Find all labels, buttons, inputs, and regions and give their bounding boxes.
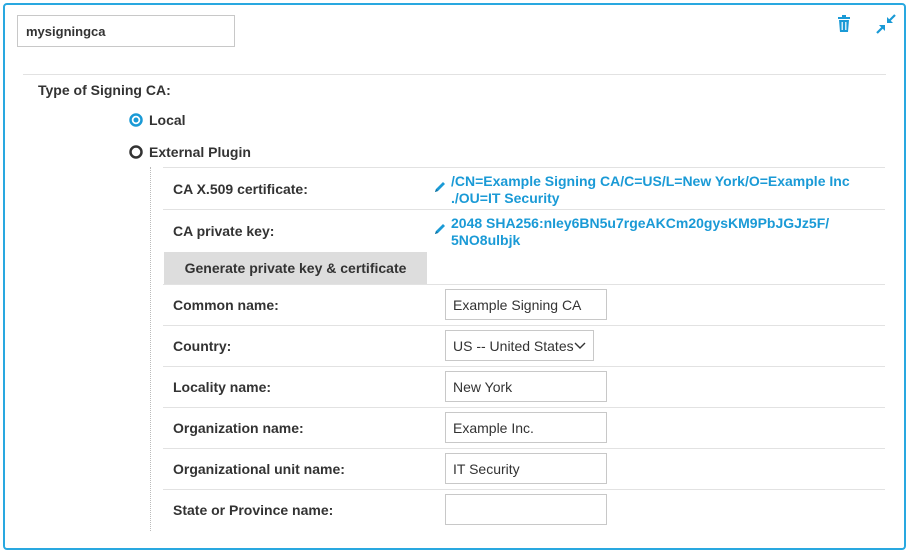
organization-label: Organization name: (173, 420, 304, 436)
radio-unselected-icon (129, 145, 143, 159)
org-unit-input[interactable] (445, 453, 607, 484)
common-name-input[interactable] (445, 289, 607, 320)
country-select-value: US -- United States (453, 337, 574, 354)
chevron-down-icon (574, 342, 586, 349)
ca-certificate-row: CA X.509 certificate: /CN=Example Signin… (163, 167, 885, 210)
ca-private-key-link-line1[interactable]: 2048 SHA256:nIey6BN5u7rgeAKCm20gysKM9PbJ… (451, 215, 829, 232)
ca-certificate-label: CA X.509 certificate: (173, 181, 308, 197)
radio-external-plugin[interactable]: External Plugin (129, 144, 251, 160)
signing-ca-type-label: Type of Signing CA: (38, 82, 171, 98)
radio-local[interactable]: Local (129, 112, 186, 128)
org-unit-label: Organizational unit name: (173, 461, 345, 477)
ca-private-key-link-line2[interactable]: 5NO8ulbjk (451, 232, 520, 249)
country-label: Country: (173, 338, 232, 354)
generate-key-certificate-button[interactable]: Generate private key & certificate (164, 252, 427, 284)
state-input[interactable] (445, 494, 607, 525)
common-name-label: Common name: (173, 297, 279, 313)
ca-certificate-link-line1[interactable]: /CN=Example Signing CA/C=US/L=New York/O… (451, 173, 850, 190)
ca-private-key-row: CA private key: 2048 SHA256:nIey6BN5u7rg… (163, 209, 885, 252)
radio-local-label: Local (149, 112, 186, 128)
ca-name-input[interactable] (17, 15, 235, 47)
organization-input[interactable] (445, 412, 607, 443)
pencil-icon[interactable] (433, 222, 447, 236)
country-select[interactable]: US -- United States (445, 330, 594, 361)
header-divider (23, 74, 886, 75)
pencil-icon[interactable] (433, 180, 447, 194)
locality-label: Locality name: (173, 379, 272, 395)
section-indent-guide (150, 167, 151, 531)
trash-icon[interactable] (833, 13, 855, 35)
signing-ca-panel: Type of Signing CA: Local External Plugi… (3, 3, 906, 550)
ca-private-key-label: CA private key: (173, 223, 275, 239)
ca-certificate-link-line2[interactable]: ./OU=IT Security (451, 190, 560, 207)
locality-input[interactable] (445, 371, 607, 402)
radio-external-plugin-label: External Plugin (149, 144, 251, 160)
state-label: State or Province name: (173, 502, 334, 518)
collapse-arrows-icon[interactable] (875, 13, 897, 35)
radio-selected-icon (129, 113, 143, 127)
